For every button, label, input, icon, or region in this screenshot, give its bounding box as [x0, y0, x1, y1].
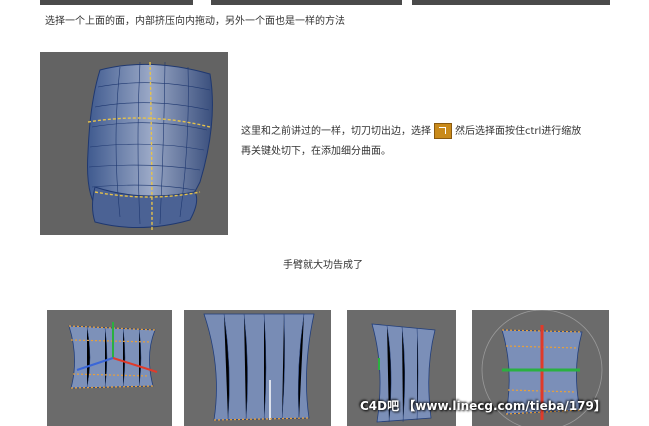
barrel-mesh-render: [40, 52, 228, 235]
top-divider-mid: [211, 0, 402, 5]
watermark-text: C4D吧 【www.linecg.com/tieba/179】: [360, 399, 606, 413]
arm-render-1: [47, 310, 172, 426]
description-line-1: 这里和之前讲过的一样，切刀切出边，选择 然后选择面按住ctrl进行缩放: [241, 122, 581, 139]
knife-tool-icon: [434, 123, 452, 139]
description-text-a: 这里和之前讲过的一样，切刀切出边，选择: [241, 126, 431, 137]
description-line-2: 再关键处切下，在添加细分曲面。: [241, 146, 391, 157]
top-divider-left: [40, 0, 193, 5]
top-divider-right: [412, 0, 610, 5]
description-text-b: 然后选择面按住ctrl进行缩放: [455, 126, 582, 137]
arm-render-2: [184, 310, 331, 426]
intro-text: 选择一个上面的面，内部挤压向内拖动，另外一个面也是一样的方法: [45, 16, 345, 27]
caption-text: 手臂就大功告成了: [283, 260, 363, 271]
